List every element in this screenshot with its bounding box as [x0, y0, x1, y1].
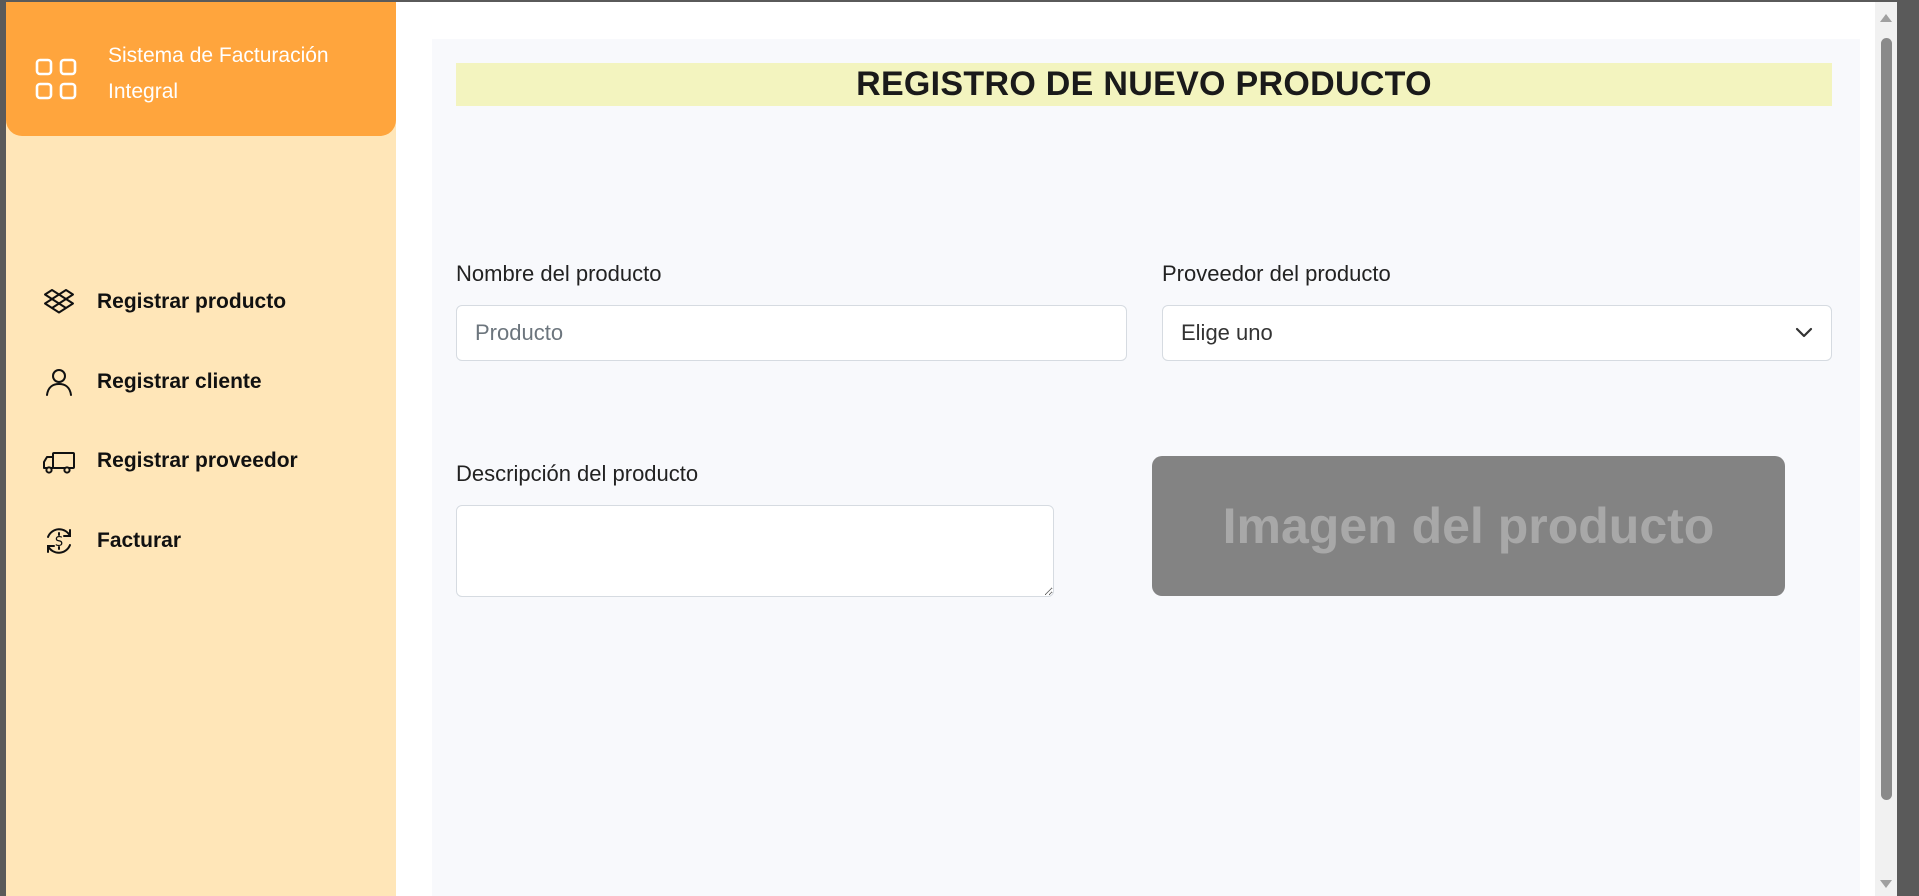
- supplier-selected-value: Elige uno: [1181, 320, 1273, 345]
- dollar-cycle-icon: S: [42, 524, 76, 558]
- product-description-label: Descripción del producto: [456, 461, 699, 486]
- scroll-up-icon[interactable]: [1880, 14, 1892, 22]
- truck-icon: [42, 444, 76, 478]
- sidebar-item-label: Registrar producto: [97, 290, 287, 313]
- main-content: REGISTRO DE NUEVO PRODUCTO Nombre del pr…: [432, 39, 1860, 896]
- dropbox-box-icon: [42, 285, 76, 319]
- sidebar-item-label: Registrar proveedor: [97, 449, 298, 472]
- product-supplier-select[interactable]: Elige uno: [1162, 305, 1832, 361]
- product-name-label: Nombre del producto: [456, 261, 662, 286]
- sidebar-item-label: Facturar: [97, 529, 182, 552]
- sidebar-item-facturar[interactable]: S Facturar: [42, 521, 372, 561]
- page-title-bar: REGISTRO DE NUEVO PRODUCTO: [456, 63, 1832, 106]
- product-image-placeholder: Imagen del producto: [1222, 498, 1715, 554]
- sidebar-item-label: Registrar cliente: [97, 370, 262, 393]
- product-supplier-label: Proveedor del producto: [1162, 261, 1391, 286]
- scroll-down-icon[interactable]: [1880, 880, 1892, 888]
- product-name-input[interactable]: [456, 305, 1127, 361]
- page-title: REGISTRO DE NUEVO PRODUCTO: [856, 65, 1432, 103]
- brand-header[interactable]: Sistema de Facturación Integral: [6, 2, 396, 136]
- product-description-textarea[interactable]: [456, 505, 1054, 597]
- sidebar: Sistema de Facturación Integral Registra…: [6, 2, 396, 896]
- sidebar-item-registrar-cliente[interactable]: Registrar cliente: [42, 362, 372, 402]
- app-title: Sistema de Facturación Integral: [108, 44, 329, 103]
- user-icon: [42, 365, 76, 399]
- vertical-scrollbar[interactable]: [1875, 2, 1897, 896]
- product-image-dropzone[interactable]: Imagen del producto: [1152, 456, 1785, 596]
- chevron-down-icon: [1795, 327, 1813, 338]
- sidebar-item-registrar-producto[interactable]: Registrar producto: [42, 282, 372, 322]
- sidebar-item-registrar-proveedor[interactable]: Registrar proveedor: [42, 441, 372, 481]
- grid-icon: [35, 58, 77, 100]
- scrollbar-thumb[interactable]: [1881, 38, 1892, 800]
- app-window: Sistema de Facturación Integral Registra…: [6, 2, 1897, 896]
